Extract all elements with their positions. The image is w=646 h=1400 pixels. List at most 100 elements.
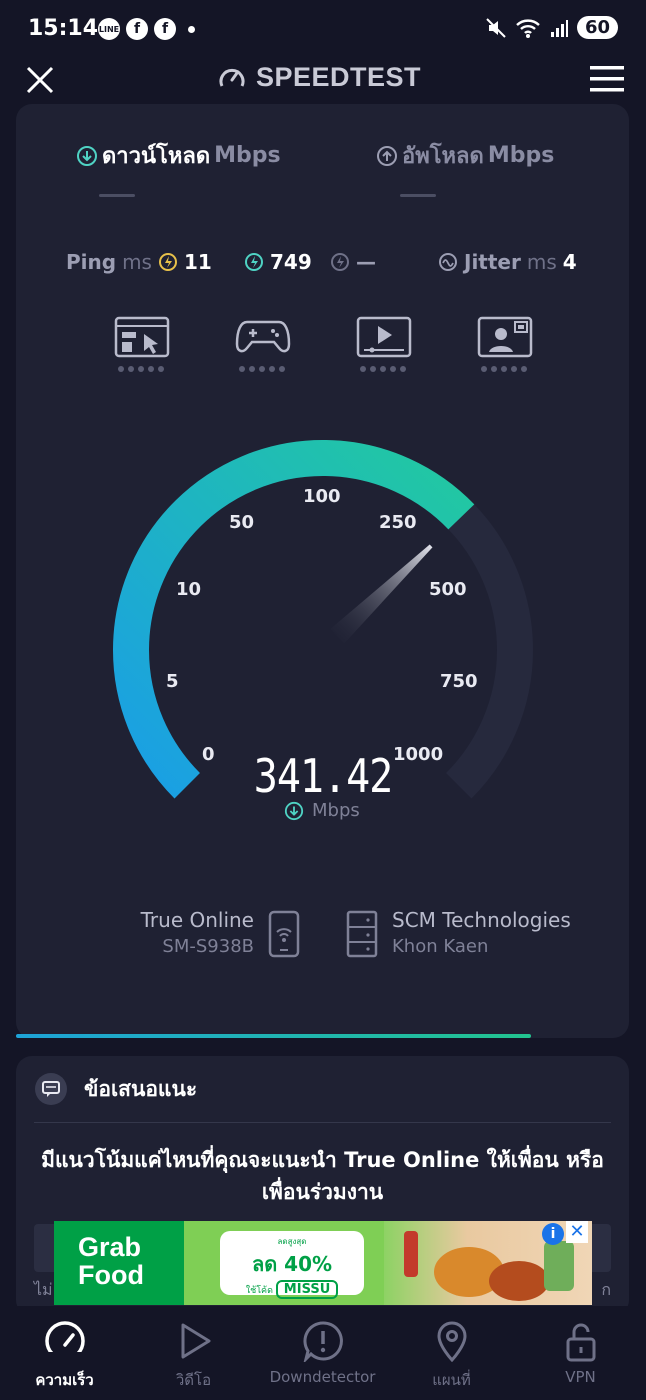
ad-brand-line2: Food (78, 1260, 144, 1290)
alert-icon (303, 1321, 343, 1362)
gauge-tick: 5 (166, 671, 179, 692)
signal-icon (550, 19, 568, 37)
ad-banner[interactable]: Grab Food ลดสูงสุด ลด 40% ใช้โค้ด MISSU … (54, 1221, 592, 1305)
notification-icons: LINE f f (98, 18, 195, 40)
gauge-tick: 500 (429, 579, 467, 600)
ad-code-prefix: ใช้โค้ด (245, 1286, 273, 1296)
facebook-icon: f (154, 18, 176, 40)
experience-indicators (0, 316, 646, 378)
map-pin-icon (437, 1321, 467, 1362)
speed-unit: Mbps (284, 800, 360, 821)
isp-info[interactable]: True Online SM-S938B (141, 908, 254, 957)
jitter-value: 4 (562, 250, 577, 274)
upload-ping-icon (331, 253, 349, 271)
browsing-indicator[interactable] (114, 316, 174, 378)
speed-unit-label: Mbps (312, 800, 360, 821)
jitter-metric: Jitter ms 4 (438, 250, 577, 274)
bottom-navigation: ความเร็ว วิดีโอ Downdetector แผนที่ VPN (0, 1306, 646, 1400)
rating-scale-low-label: ไม่ (34, 1280, 53, 1299)
ad-discount: ลด 40% (251, 1252, 333, 1276)
video-call-rating-dots (481, 366, 527, 372)
ad-small-text: ลดสูงสุด (277, 1237, 307, 1246)
battery-indicator: 60 (576, 16, 618, 39)
menu-icon[interactable] (590, 66, 624, 92)
nav-video[interactable]: วิดีโอ (129, 1306, 258, 1400)
gauge-tick: 50 (229, 512, 255, 533)
server-info[interactable]: SCM Technologies Khon Kaen (392, 908, 571, 957)
rating-scale-high-label: ก (601, 1280, 611, 1299)
phone-wifi-icon (268, 910, 300, 958)
gauge-tick: 100 (303, 486, 341, 507)
gauge-tick: 750 (440, 671, 478, 692)
ping-unit: ms (122, 250, 152, 274)
server-name: SCM Technologies (392, 908, 571, 932)
nav-map[interactable]: แผนที่ (387, 1306, 516, 1400)
chat-bubble-icon (35, 1073, 67, 1105)
ad-info-icon[interactable]: i (542, 1223, 564, 1245)
server-location: Khon Kaen (392, 936, 489, 957)
browsing-icon (114, 316, 170, 358)
ping-metric: Ping ms 11 (66, 250, 212, 274)
upload-ping-metric: — (330, 250, 376, 274)
system-icons: 60 (485, 16, 618, 39)
video-call-indicator[interactable] (477, 316, 537, 378)
download-ping-value: 749 (270, 250, 312, 274)
nav-label: Downdetector (269, 1368, 376, 1386)
video-streaming-icon (356, 316, 412, 358)
ping-label: Ping (66, 250, 117, 274)
upload-arrow-icon (377, 145, 397, 166)
speedtest-logo-icon (219, 68, 245, 87)
ad-coupon: ลดสูงสุด ลด 40% ใช้โค้ด MISSU (220, 1231, 364, 1299)
nav-speed[interactable]: ความเร็ว (0, 1306, 129, 1400)
test-progress-bar (16, 1034, 629, 1038)
play-icon (181, 1323, 211, 1359)
download-unit: Mbps (214, 143, 281, 168)
ad-brand-panel: Grab Food (54, 1221, 184, 1305)
line-app-icon: LINE (98, 18, 120, 40)
divider (34, 1122, 611, 1123)
download-label: ดาวน์โหลด (102, 144, 211, 169)
ad-promo-code: MISSU (275, 1280, 339, 1299)
close-icon[interactable] (24, 64, 56, 96)
more-notifications-dot (188, 25, 195, 33)
ad-close-icon[interactable]: ✕ (566, 1221, 588, 1243)
gauge-tick: 10 (176, 579, 202, 600)
upload-label: อัพโหลด (402, 144, 484, 169)
download-ping-metric: 749 (244, 250, 312, 274)
gaming-icon (235, 320, 291, 353)
gauge-progress-arc (113, 440, 475, 799)
brand-title: SPEEDTEST (256, 62, 422, 92)
test-progress-fill (16, 1034, 531, 1038)
tab-upload[interactable]: อัพโหลด Mbps (376, 138, 554, 173)
jitter-unit: ms (526, 250, 557, 274)
download-value-placeholder (99, 194, 135, 197)
upload-unit: Mbps (487, 143, 555, 168)
browsing-rating-dots (118, 366, 164, 372)
video-streaming-indicator[interactable] (356, 316, 416, 378)
grabfood-logo: Grab Food (78, 1233, 144, 1289)
gaming-indicator[interactable] (235, 316, 295, 378)
nav-label: วิดีโอ (175, 1371, 212, 1389)
tab-download[interactable]: ดาวน์โหลด Mbps (76, 138, 281, 173)
status-bar: 15:14 LINE f f 60 (0, 0, 646, 60)
nav-downdetector[interactable]: Downdetector (258, 1306, 387, 1400)
idle-ping-icon (158, 253, 177, 271)
upload-ping-value: — (356, 250, 376, 274)
nav-label: ความเร็ว (35, 1371, 94, 1389)
facebook-icon: f (126, 18, 148, 40)
nav-vpn[interactable]: VPN (516, 1306, 645, 1400)
mute-icon (486, 17, 506, 38)
lock-icon (566, 1323, 596, 1362)
feedback-title: ข้อเสนอแนะ (84, 1076, 198, 1101)
gauge-needle (330, 544, 433, 644)
brand-logo: SPEEDTEST (218, 62, 421, 93)
server-icon (346, 910, 378, 958)
gaming-rating-dots (239, 366, 285, 372)
feedback-header: ข้อเสนอแนะ (34, 1072, 197, 1106)
device-model: SM-S938B (162, 936, 254, 957)
video-call-icon (477, 316, 533, 358)
current-speed-value: 341.42 (253, 750, 394, 804)
wifi-icon (516, 18, 540, 38)
gauge-tick: 250 (379, 512, 417, 533)
feedback-question: มีแนวโน้มแค่ไหนที่คุณจะแนะนำ True Online… (41, 1148, 604, 1204)
